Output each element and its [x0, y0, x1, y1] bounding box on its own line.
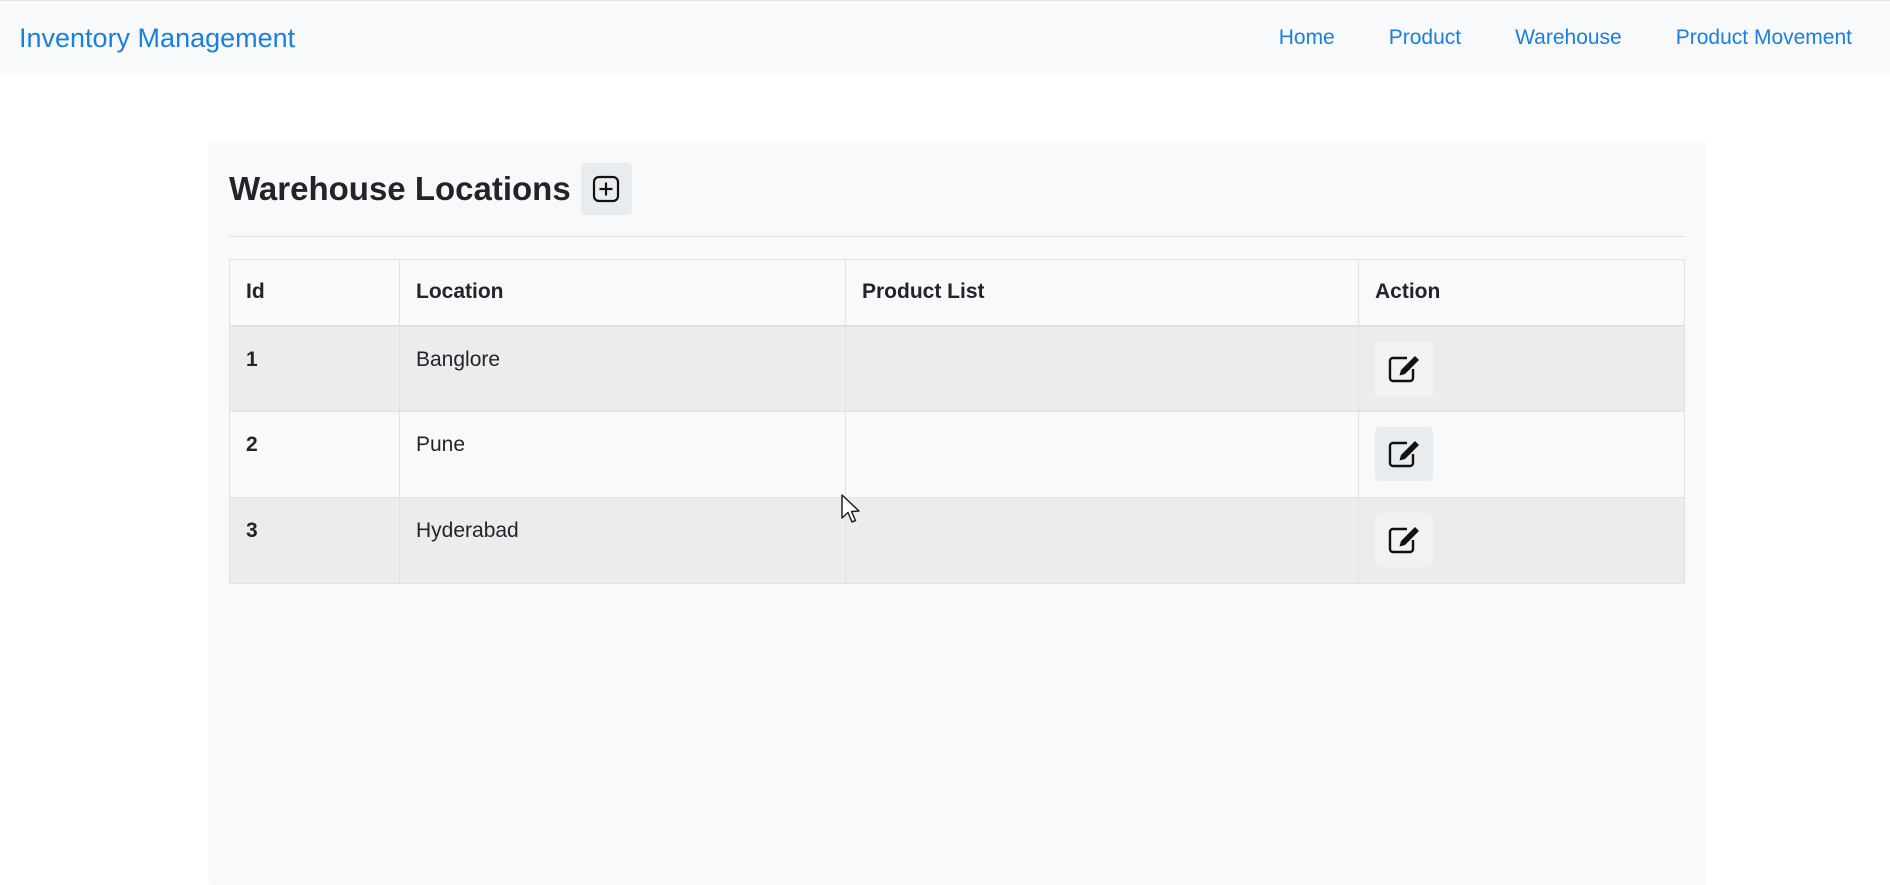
warehouse-table: Id Location Product List Action 1 Banglo…: [229, 259, 1685, 584]
row-location: Banglore: [399, 325, 846, 412]
divider: [229, 236, 1685, 237]
nav-link-warehouse[interactable]: Warehouse: [1515, 26, 1622, 50]
table-row: 1 Banglore: [229, 325, 1685, 412]
row-action: [1358, 325, 1685, 412]
edit-icon: [1388, 527, 1419, 554]
plus-square-icon: [593, 175, 620, 203]
row-location: Hyderabad: [399, 497, 846, 584]
table-row: 2 Pune: [229, 411, 1685, 498]
edit-icon: [1388, 441, 1419, 468]
row-product-list: [845, 497, 1359, 584]
warehouse-panel: Warehouse Locations Id Location Product …: [208, 141, 1706, 885]
table-header-row: Id Location Product List Action: [229, 259, 1685, 327]
brand-link[interactable]: Inventory Management: [19, 23, 295, 54]
edit-button[interactable]: [1375, 341, 1433, 396]
page-title: Warehouse Locations: [229, 170, 571, 207]
header-action: Action: [1358, 259, 1685, 327]
header-product-list: Product List: [845, 259, 1359, 327]
add-warehouse-button[interactable]: [580, 163, 632, 215]
row-product-list: [845, 325, 1359, 412]
title-row: Warehouse Locations: [229, 163, 632, 215]
mouse-cursor-icon: [841, 494, 860, 523]
row-product-list: [845, 411, 1359, 498]
edit-button[interactable]: [1375, 427, 1433, 481]
row-id: 3: [229, 497, 400, 584]
edit-icon: [1388, 355, 1419, 382]
row-location: Pune: [399, 411, 846, 498]
row-action: [1358, 411, 1685, 498]
row-id: 1: [229, 325, 400, 412]
nav-link-product-movement[interactable]: Product Movement: [1676, 26, 1852, 50]
header-location: Location: [399, 259, 846, 327]
row-id: 2: [229, 411, 400, 498]
nav-link-product[interactable]: Product: [1389, 26, 1461, 50]
navbar: Inventory Management Home Product Wareho…: [0, 0, 1890, 75]
header-id: Id: [229, 259, 400, 327]
row-action: [1358, 497, 1685, 584]
edit-button[interactable]: [1375, 513, 1433, 567]
nav-links: Home Product Warehouse Product Movement: [1225, 26, 1852, 50]
nav-link-home[interactable]: Home: [1279, 26, 1335, 50]
table-row: 3 Hyderabad: [229, 497, 1685, 584]
